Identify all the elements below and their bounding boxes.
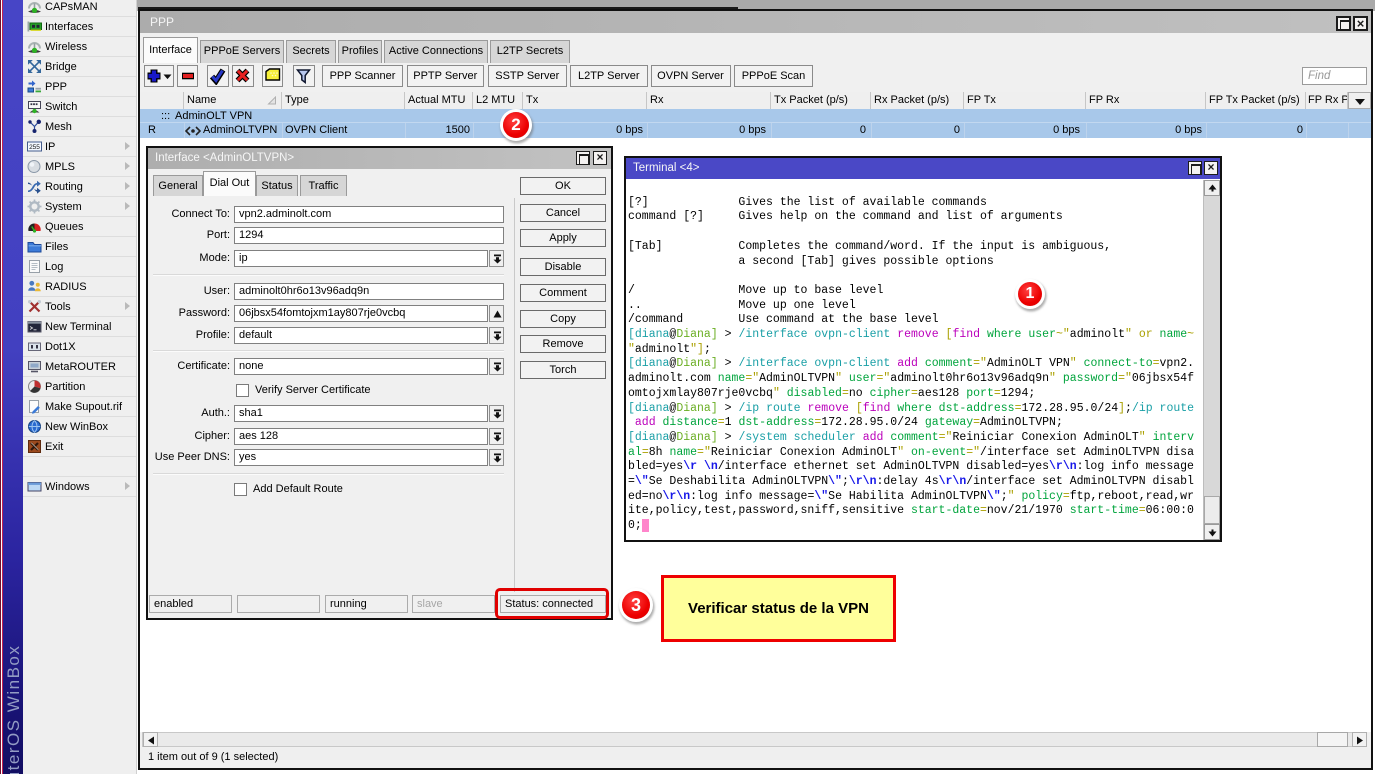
svg-text:255: 255 [29, 144, 40, 151]
